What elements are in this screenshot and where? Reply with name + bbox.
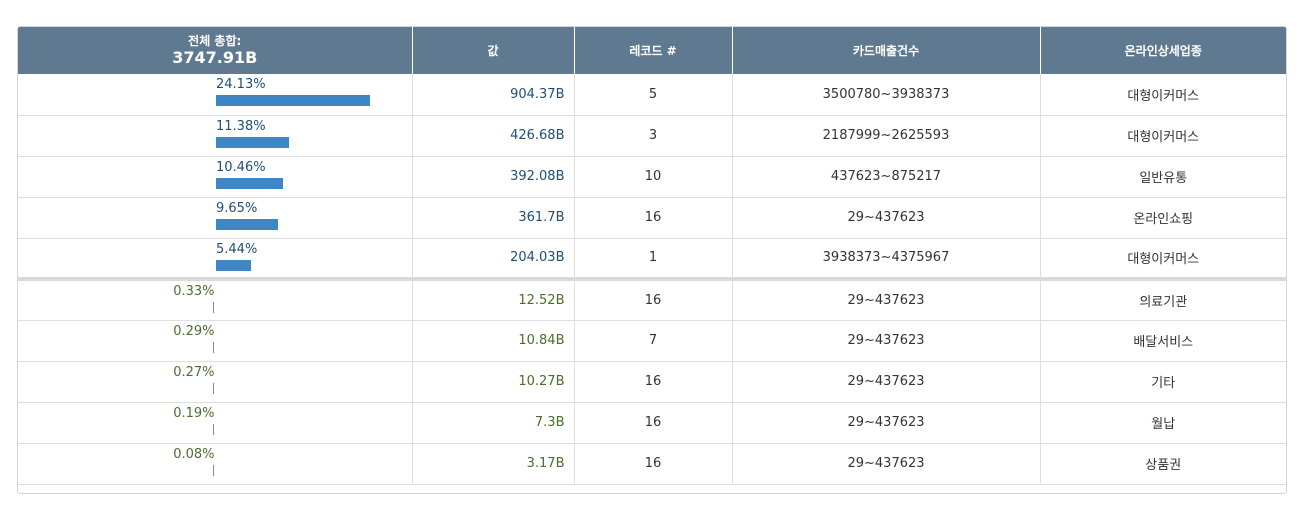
card-sales-cell: 29~437623 <box>732 320 1041 362</box>
table-body: 24.13% 904.37B 5 3500780~3938373 대형이커머스 11.38… <box>18 74 1286 485</box>
percent-tick <box>213 341 214 353</box>
records-cell: 16 <box>574 361 733 403</box>
percent-cell: 0.33% <box>18 279 413 321</box>
industry-cell: 대형이커머스 <box>1040 115 1286 157</box>
value-cell: 361.7B <box>412 197 575 239</box>
records-cell: 3 <box>574 115 733 157</box>
percent-cell: 24.13% <box>18 74 413 116</box>
table-row[interactable]: 0.19% 7.3B 16 29~437623 월납 <box>18 402 1286 444</box>
table-row[interactable]: 24.13% 904.37B 5 3500780~3938373 대형이커머스 <box>18 74 1286 116</box>
percent-label: 0.27% <box>173 364 215 380</box>
percent-tick <box>213 382 214 394</box>
table-row[interactable]: 0.27% 10.27B 16 29~437623 기타 <box>18 361 1286 403</box>
percent-tick <box>213 464 214 476</box>
value-cell: 904.37B <box>412 74 575 116</box>
value-cell: 3.17B <box>412 443 575 485</box>
percent-cell: 10.46% <box>18 156 413 198</box>
percent-label: 0.08% <box>173 446 215 462</box>
records-cell: 5 <box>574 74 733 116</box>
industry-cell: 의료기관 <box>1040 279 1286 321</box>
industry-cell: 대형이커머스 <box>1040 238 1286 281</box>
percent-bar <box>216 177 283 189</box>
header-industry[interactable]: 온라인상세업종 <box>1040 27 1286 74</box>
table-row[interactable]: 5.44% 204.03B 1 3938373~4375967 대형이커머스 <box>18 238 1286 281</box>
header-card-sales[interactable]: 카드매출건수 <box>732 27 1041 74</box>
total-label: 전체 총합: <box>188 34 242 48</box>
percent-tick <box>213 302 214 313</box>
table-row[interactable]: 11.38% 426.68B 3 2187999~2625593 대형이커머스 <box>18 115 1286 157</box>
total-value: 3747.91B <box>172 48 258 67</box>
percent-tick <box>213 423 214 435</box>
industry-cell: 일반유통 <box>1040 156 1286 198</box>
card-sales-cell: 29~437623 <box>732 279 1041 321</box>
percent-cell: 0.29% <box>18 320 413 362</box>
value-cell: 7.3B <box>412 402 575 444</box>
records-cell: 16 <box>574 279 733 321</box>
percent-cell: 9.65% <box>18 197 413 239</box>
industry-cell: 대형이커머스 <box>1040 74 1286 116</box>
table-row[interactable]: 9.65% 361.7B 16 29~437623 온라인쇼핑 <box>18 197 1286 239</box>
card-sales-cell: 29~437623 <box>732 443 1041 485</box>
table-row[interactable]: 10.46% 392.08B 10 437623~875217 일반유통 <box>18 156 1286 198</box>
percent-cell: 0.27% <box>18 361 413 403</box>
percent-label: 10.46% <box>216 159 266 175</box>
card-sales-cell: 3500780~3938373 <box>732 74 1041 116</box>
header-total[interactable]: 전체 총합: 3747.91B <box>18 27 413 74</box>
table-row[interactable]: 0.29% 10.84B 7 29~437623 배달서비스 <box>18 320 1286 362</box>
industry-cell: 월납 <box>1040 402 1286 444</box>
value-cell: 204.03B <box>412 238 575 281</box>
percent-label: 0.29% <box>173 323 215 339</box>
value-cell: 10.27B <box>412 361 575 403</box>
records-cell: 10 <box>574 156 733 198</box>
header-row: 전체 총합: 3747.91B 값 레코드 # 카드매출건수 온라인상세업종 <box>18 27 1286 74</box>
percent-cell: 0.08% <box>18 443 413 485</box>
percent-label: 24.13% <box>216 77 266 92</box>
card-sales-cell: 29~437623 <box>732 197 1041 239</box>
percent-bar <box>216 218 278 230</box>
industry-cell: 온라인쇼핑 <box>1040 197 1286 239</box>
value-cell: 10.84B <box>412 320 575 362</box>
percent-label: 0.19% <box>173 405 215 421</box>
records-cell: 16 <box>574 402 733 444</box>
percent-bar <box>216 259 251 271</box>
card-sales-cell: 2187999~2625593 <box>732 115 1041 157</box>
card-sales-cell: 3938373~4375967 <box>732 238 1041 281</box>
table-row[interactable]: 0.08% 3.17B 16 29~437623 상품권 <box>18 443 1286 485</box>
header-records[interactable]: 레코드 # <box>574 27 733 74</box>
value-cell: 392.08B <box>412 156 575 198</box>
header-value[interactable]: 값 <box>412 27 575 74</box>
percent-cell: 11.38% <box>18 115 413 157</box>
card-sales-cell: 437623~875217 <box>732 156 1041 198</box>
percent-bar <box>216 136 289 148</box>
percent-cell: 5.44% <box>18 238 413 281</box>
table-row[interactable]: 0.33% 12.52B 16 29~437623 의료기관 <box>18 279 1286 321</box>
card-sales-cell: 29~437623 <box>732 402 1041 444</box>
records-cell: 7 <box>574 320 733 362</box>
value-cell: 12.52B <box>412 279 575 321</box>
pivot-table-frame: 전체 총합: 3747.91B 값 레코드 # 카드매출건수 온라인상세업종 2… <box>17 26 1287 494</box>
percent-cell: 0.19% <box>18 402 413 444</box>
industry-cell: 배달서비스 <box>1040 320 1286 362</box>
percent-label: 11.38% <box>216 118 266 134</box>
percent-bar <box>216 95 370 106</box>
industry-cell: 기타 <box>1040 361 1286 403</box>
records-cell: 16 <box>574 443 733 485</box>
percent-label: 9.65% <box>216 200 258 216</box>
card-sales-cell: 29~437623 <box>732 361 1041 403</box>
percent-label: 0.33% <box>173 284 215 299</box>
industry-cell: 상품권 <box>1040 443 1286 485</box>
value-cell: 426.68B <box>412 115 575 157</box>
pivot-table: 전체 총합: 3747.91B 값 레코드 # 카드매출건수 온라인상세업종 2… <box>18 27 1286 485</box>
percent-label: 5.44% <box>216 241 258 257</box>
records-cell: 1 <box>574 238 733 281</box>
records-cell: 16 <box>574 197 733 239</box>
